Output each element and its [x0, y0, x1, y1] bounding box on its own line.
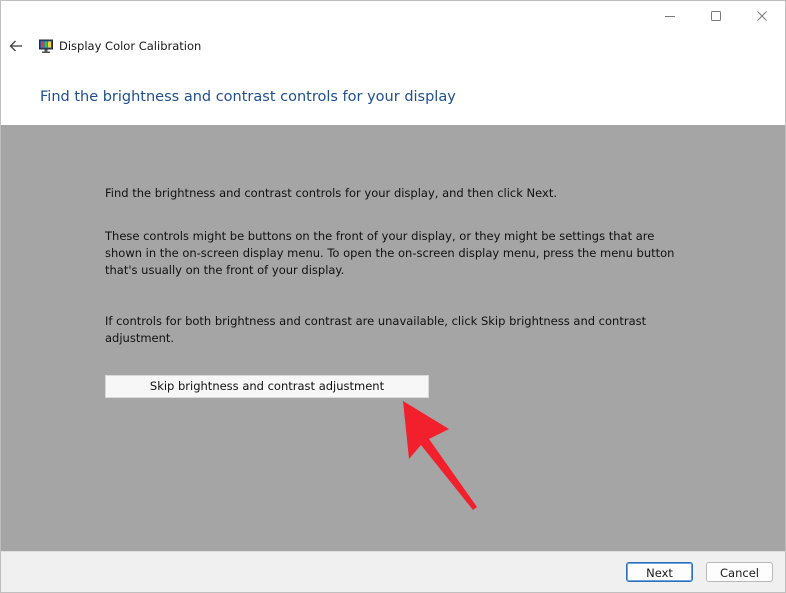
instruction-paragraph: Find the brightness and contrast control…	[105, 186, 557, 200]
cancel-button[interactable]: Cancel	[706, 562, 773, 582]
display-monitor-icon	[39, 39, 53, 53]
back-arrow-icon	[9, 40, 22, 52]
calibration-window: Display Color Calibration Find the brigh…	[0, 0, 786, 593]
maximize-button[interactable]	[693, 1, 739, 31]
page-heading: Find the brightness and contrast control…	[40, 89, 456, 105]
instruction-paragraph: If controls for both brightness and cont…	[105, 314, 647, 345]
skip-adjustment-button[interactable]: Skip brightness and contrast adjustment	[105, 375, 429, 398]
maximize-icon	[711, 11, 721, 21]
instructions-panel: Find the brightness and contrast control…	[1, 125, 785, 551]
footer-bar: Next Cancel	[1, 551, 785, 592]
minimize-button[interactable]	[647, 1, 693, 31]
red-pointer-arrow-icon	[403, 401, 477, 510]
close-icon	[757, 11, 767, 21]
instruction-paragraph: These controls might be buttons on the f…	[105, 229, 675, 277]
window-title: Display Color Calibration	[59, 39, 202, 53]
close-button[interactable]	[739, 1, 785, 31]
minimize-icon	[665, 16, 675, 17]
title-bar[interactable]	[1, 1, 785, 31]
next-button[interactable]: Next	[626, 562, 693, 582]
back-button[interactable]	[5, 36, 27, 56]
